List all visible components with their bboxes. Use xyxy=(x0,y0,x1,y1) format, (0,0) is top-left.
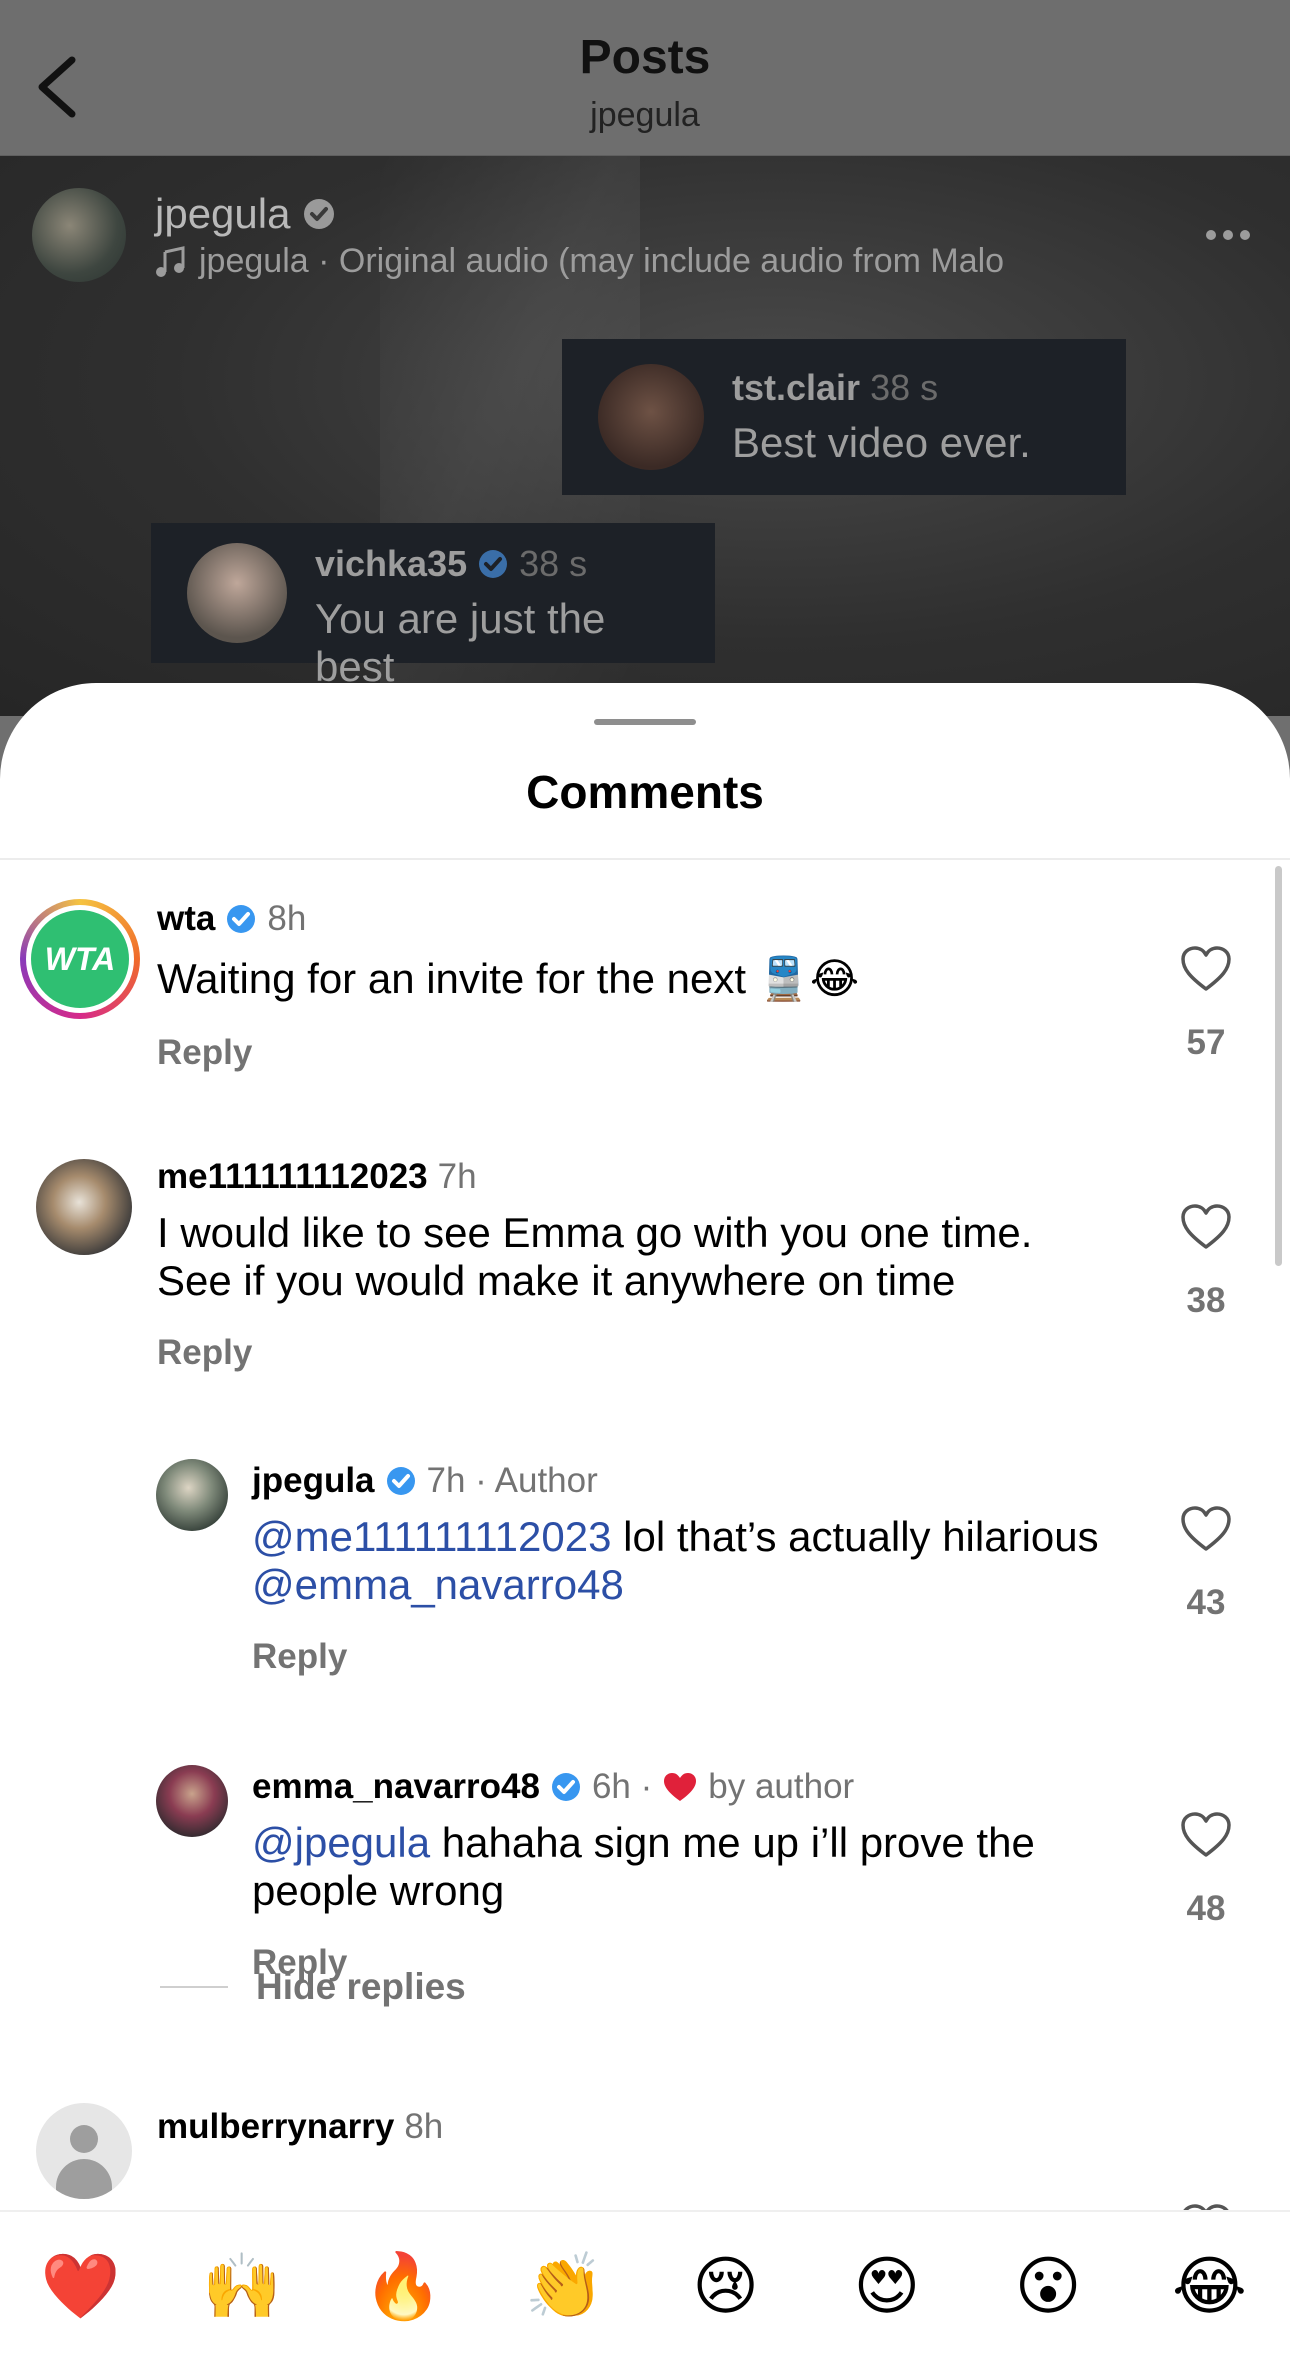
live-comment-time: 38 s xyxy=(519,543,588,584)
live-comment-user: vichka35 xyxy=(315,543,468,584)
emoji-reaction-bar: ❤️ 🙌 🔥 👏 😢 😍 😮 😂 xyxy=(0,2210,1290,2361)
avatar[interactable] xyxy=(36,2103,132,2199)
avatar[interactable] xyxy=(36,1159,132,1255)
like-heart-icon[interactable] xyxy=(1180,1203,1232,1251)
post-author-name: jpegula xyxy=(155,190,291,237)
like-count: 43 xyxy=(1186,1583,1226,1622)
verified-badge-icon xyxy=(304,199,335,229)
like-count: 48 xyxy=(1186,1889,1226,1928)
liked-by-author-heart-icon xyxy=(664,1773,697,1801)
mention-link[interactable]: @emma_navarro48 xyxy=(252,1561,624,1608)
verified-badge-icon xyxy=(551,1773,580,1801)
avatar xyxy=(187,543,287,643)
tears-of-joy-emoji-icon[interactable]: 😂 xyxy=(1159,2250,1259,2324)
sheet-drag-handle[interactable] xyxy=(594,719,696,725)
audio-label: jpegula · Original audio (may include au… xyxy=(199,242,1005,280)
like-count: 38 xyxy=(1186,1281,1226,1320)
red-heart-emoji-icon[interactable]: ❤️ xyxy=(31,2249,131,2324)
author-avatar[interactable] xyxy=(32,188,126,282)
wta-logo: WTA xyxy=(44,940,116,977)
avatar[interactable]: WTA xyxy=(20,899,140,1019)
live-comment-text: You are just the best xyxy=(315,595,606,690)
crying-face-emoji-icon[interactable]: 😢 xyxy=(676,2250,776,2324)
comment-time: 7h · Author xyxy=(426,1461,598,1500)
comment-username[interactable]: emma_navarro48 xyxy=(252,1767,540,1807)
comment-username[interactable]: me111111112023 xyxy=(157,1157,428,1197)
raised-hands-emoji-icon[interactable]: 🙌 xyxy=(192,2249,292,2324)
page-subtitle: jpegula xyxy=(590,96,700,134)
comments-sheet: Comments WTA wta 8h Waiting for an invit… xyxy=(0,683,1290,2359)
live-comment-bubble: tst.clair 38 s Best video ever. xyxy=(562,339,1126,495)
avatar xyxy=(598,364,704,470)
comment-text: I would like to see Emma go with you one… xyxy=(157,1209,1033,1304)
like-heart-icon[interactable] xyxy=(1180,1505,1232,1553)
comment-username[interactable]: wta xyxy=(157,899,215,939)
audio-attribution[interactable]: jpegula · Original audio (may include au… xyxy=(155,242,1004,281)
live-comment-time: 38 s xyxy=(870,367,939,408)
divider xyxy=(160,1986,228,1988)
fire-emoji-icon[interactable]: 🔥 xyxy=(353,2249,453,2324)
live-comment-user: tst.clair xyxy=(732,367,861,408)
comment-username[interactable]: mulberrynarry xyxy=(157,2107,394,2147)
verified-badge-icon xyxy=(227,905,256,933)
reply-button[interactable]: Reply xyxy=(252,1637,347,1677)
live-comment-text: Best video ever. xyxy=(732,419,1031,466)
mention-link[interactable]: @me111111112023 xyxy=(252,1513,611,1560)
page-title: Posts xyxy=(579,31,711,84)
reply-button[interactable]: Reply xyxy=(157,1033,252,1073)
comment-text: @me111111112023 lol that’s actually hila… xyxy=(252,1513,1132,1609)
liked-by-author-label: by author xyxy=(708,1767,855,1806)
live-comment-bubble: vichka35 38 s You are just the best xyxy=(151,523,715,690)
scrollbar[interactable] xyxy=(1275,866,1282,1266)
comment-time: 7h xyxy=(437,1157,477,1196)
like-heart-icon[interactable] xyxy=(1180,1811,1232,1859)
video-player[interactable]: jpegula jpegula · Original audio (may in… xyxy=(0,156,1290,716)
like-count: 57 xyxy=(1186,1023,1226,1062)
comment-username[interactable]: jpegula xyxy=(252,1461,375,1501)
reply-button[interactable]: Reply xyxy=(157,1333,252,1373)
surprised-face-emoji-icon[interactable]: 😮 xyxy=(998,2250,1098,2324)
mention-link[interactable]: @jpegula xyxy=(252,1819,430,1866)
comment-time: 8h xyxy=(404,2107,444,2146)
clapping-hands-emoji-icon[interactable]: 👏 xyxy=(514,2249,614,2324)
comment-time: 6h · xyxy=(591,1767,653,1806)
sheet-title: Comments xyxy=(526,766,764,818)
heart-eyes-emoji-icon[interactable]: 😍 xyxy=(837,2250,937,2324)
divider xyxy=(0,858,1290,860)
post-author[interactable]: jpegula xyxy=(155,190,336,238)
like-heart-icon[interactable] xyxy=(1180,945,1232,993)
comment-text: @jpegula hahaha sign me up i’ll prove th… xyxy=(252,1819,1132,1915)
avatar[interactable] xyxy=(156,1459,228,1531)
verified-badge-icon xyxy=(386,1467,415,1495)
music-note-icon xyxy=(156,245,185,277)
comment-text-body: lol that’s actually hilarious xyxy=(611,1513,1099,1560)
verified-badge-icon xyxy=(479,550,508,578)
hide-replies-button[interactable]: Hide replies xyxy=(160,1966,466,2008)
hide-replies-label: Hide replies xyxy=(256,1966,466,2007)
avatar[interactable] xyxy=(156,1765,228,1837)
comment-time: 8h xyxy=(267,899,307,938)
comment-text: Waiting for an invite for the next 🚆😂 xyxy=(157,955,860,1002)
more-options-icon[interactable] xyxy=(1204,228,1252,242)
top-bar: Posts jpegula xyxy=(0,0,1290,156)
